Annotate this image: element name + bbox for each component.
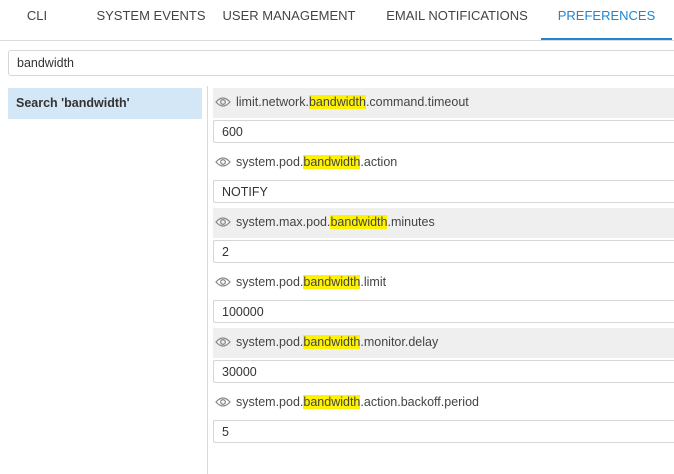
preference-item: system.max.pod.bandwidth.minutes [213, 208, 674, 268]
search-match-highlight: bandwidth [303, 395, 361, 409]
key-prefix: system.pod. [236, 335, 304, 349]
search-match-highlight: bandwidth [308, 95, 366, 109]
tab-email-notifications[interactable]: EMAIL NOTIFICATIONS [374, 0, 540, 38]
preference-item: system.pod.bandwidth.action.backoff.peri… [213, 388, 674, 448]
preference-item: system.pod.bandwidth.limit [213, 268, 674, 328]
tab-system-events[interactable]: SYSTEM EVENTS [74, 0, 228, 38]
tab-preferences[interactable]: PREFERENCES [541, 0, 672, 40]
key-prefix: system.pod. [236, 155, 304, 169]
preference-item: limit.network.bandwidth.command.timeout [213, 88, 674, 148]
tab-bar: CLI SYSTEM EVENTS USER MANAGEMENT EMAIL … [0, 0, 674, 41]
search-match-highlight: bandwidth [303, 155, 361, 169]
sidebar-item-search-result[interactable]: Search 'bandwidth' [8, 88, 202, 119]
preference-header: system.pod.bandwidth.action [213, 148, 674, 178]
preference-header: system.pod.bandwidth.action.backoff.peri… [213, 388, 674, 418]
eye-icon[interactable] [215, 156, 231, 168]
key-prefix: limit.network. [236, 95, 309, 109]
preference-header: system.pod.bandwidth.limit [213, 268, 674, 298]
eye-icon[interactable] [215, 336, 231, 348]
eye-icon[interactable] [215, 96, 231, 108]
search-input[interactable] [8, 50, 674, 76]
tab-cli[interactable]: CLI [0, 0, 74, 38]
preference-key: system.pod.bandwidth.action [236, 148, 397, 176]
preference-value-input[interactable] [213, 240, 674, 263]
eye-icon[interactable] [215, 396, 231, 408]
search-match-highlight: bandwidth [330, 215, 388, 229]
key-suffix: .action [360, 155, 398, 169]
preference-value-input[interactable] [213, 360, 674, 383]
preference-item: system.pod.bandwidth.action [213, 148, 674, 208]
panel-divider [207, 86, 208, 474]
tab-user-management[interactable]: USER MANAGEMENT [212, 0, 366, 38]
key-suffix: .monitor.delay [360, 335, 439, 349]
search-match-highlight: bandwidth [303, 335, 361, 349]
key-suffix: .minutes [387, 215, 435, 229]
key-prefix: system.pod. [236, 275, 304, 289]
preference-key: limit.network.bandwidth.command.timeout [236, 88, 469, 116]
key-prefix: system.max.pod. [236, 215, 331, 229]
preference-value-input[interactable] [213, 180, 674, 203]
preference-key: system.max.pod.bandwidth.minutes [236, 208, 435, 236]
key-suffix: .limit [360, 275, 387, 289]
key-suffix: .command.timeout [365, 95, 469, 109]
preference-header: system.pod.bandwidth.monitor.delay [213, 328, 674, 358]
preference-key: system.pod.bandwidth.monitor.delay [236, 328, 438, 356]
key-suffix: .action.backoff.period [360, 395, 479, 409]
eye-icon[interactable] [215, 276, 231, 288]
search-match-highlight: bandwidth [303, 275, 361, 289]
preference-value-input[interactable] [213, 300, 674, 323]
preference-item: system.pod.bandwidth.monitor.delay [213, 328, 674, 388]
key-prefix: system.pod. [236, 395, 304, 409]
preference-key: system.pod.bandwidth.action.backoff.peri… [236, 388, 479, 416]
preference-header: system.max.pod.bandwidth.minutes [213, 208, 674, 238]
preference-key: system.pod.bandwidth.limit [236, 268, 386, 296]
preference-value-input[interactable] [213, 420, 674, 443]
eye-icon[interactable] [215, 216, 231, 228]
preference-header: limit.network.bandwidth.command.timeout [213, 88, 674, 118]
preference-value-input[interactable] [213, 120, 674, 143]
